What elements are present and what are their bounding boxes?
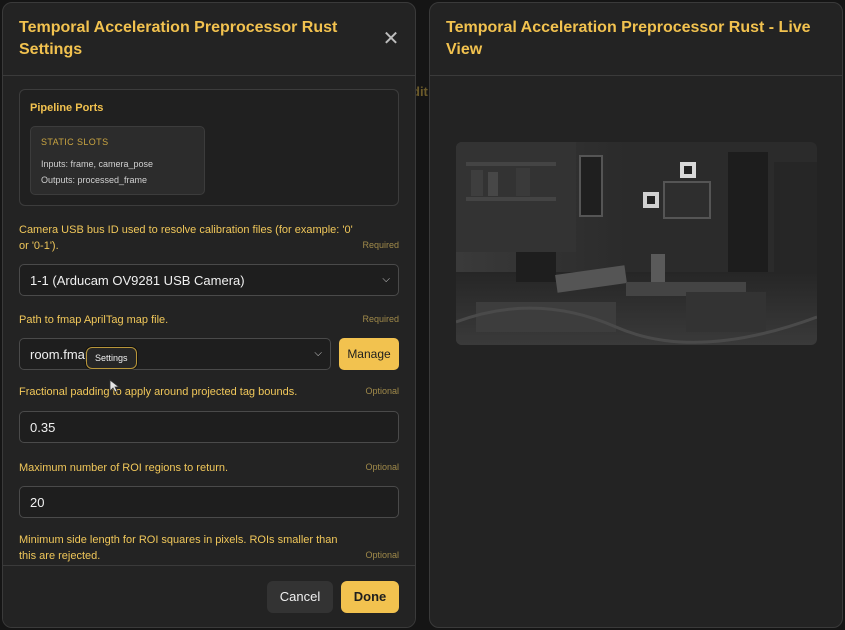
max-roi-label: Maximum number of ROI regions to return.: [19, 462, 229, 474]
manage-button[interactable]: Manage: [339, 338, 399, 370]
padding-label: Fractional padding to apply around proje…: [19, 386, 298, 398]
cancel-button[interactable]: Cancel: [267, 580, 333, 613]
live-view-header: Temporal Acceleration Preprocessor Rust …: [430, 3, 842, 76]
mouse-cursor-icon: [109, 379, 121, 393]
min-side-label: Minimum side length for ROI squares in p…: [19, 534, 338, 562]
pipeline-ports-box: Pipeline Ports STATIC SLOTS Inputs: fram…: [19, 89, 399, 206]
camera-select[interactable]: 1-1 (Arducam OV9281 USB Camera) ⌵: [19, 264, 399, 296]
slot-inputs: Inputs: frame, camera_pose: [41, 159, 154, 169]
min-side-optional-tag: Optional: [365, 550, 399, 560]
fmap-select[interactable]: room.fmap ⌵: [19, 338, 331, 370]
camera-feed-graphic: [456, 142, 817, 345]
camera-select-value: 1-1 (Arducam OV9281 USB Camera): [30, 272, 245, 288]
max-roi-optional-tag: Optional: [365, 462, 399, 472]
field-max-roi: Maximum number of ROI regions to return.…: [19, 460, 399, 518]
camera-required-tag: Required: [362, 240, 399, 250]
max-roi-input-value: 20: [30, 494, 45, 510]
settings-tooltip: Settings: [86, 347, 137, 369]
settings-title: Temporal Acceleration Preprocessor Rust …: [19, 19, 338, 58]
close-icon[interactable]: ✕: [381, 29, 401, 49]
static-slots-card: STATIC SLOTS Inputs: frame, camera_pose …: [30, 126, 205, 195]
live-view-title: Temporal Acceleration Preprocessor Rust …: [446, 19, 811, 58]
field-fmap: Path to fmap AprilTag map file. Required…: [19, 312, 399, 370]
static-slots-label: STATIC SLOTS: [41, 137, 109, 147]
padding-input-value: 0.35: [30, 419, 56, 435]
chevron-down-icon: ⌵: [314, 348, 322, 359]
live-view-panel: Temporal Acceleration Preprocessor Rust …: [429, 2, 843, 628]
max-roi-input[interactable]: 20: [19, 486, 399, 518]
pipeline-ports-title: Pipeline Ports: [30, 102, 104, 114]
field-padding: Fractional padding to apply around proje…: [19, 384, 399, 443]
padding-optional-tag: Optional: [365, 386, 399, 396]
settings-body[interactable]: Pipeline Ports STATIC SLOTS Inputs: fram…: [3, 77, 415, 565]
camera-feed-image: [456, 142, 817, 345]
settings-dialog: Temporal Acceleration Preprocessor Rust …: [2, 2, 416, 628]
chevron-down-icon: ⌵: [382, 274, 390, 285]
field-camera: Camera USB bus ID used to resolve calibr…: [19, 222, 399, 296]
padding-input[interactable]: 0.35: [19, 411, 399, 443]
settings-header: Temporal Acceleration Preprocessor Rust …: [3, 3, 415, 76]
fmap-label: Path to fmap AprilTag map file.: [19, 314, 169, 326]
done-button[interactable]: Done: [341, 580, 399, 613]
fmap-select-value: room.fmap: [30, 346, 93, 362]
settings-footer: Cancel Done: [3, 565, 415, 627]
slot-outputs: Outputs: processed_frame: [41, 175, 148, 185]
field-min-side: Minimum side length for ROI squares in p…: [19, 532, 399, 565]
camera-label: Camera USB bus ID used to resolve calibr…: [19, 224, 353, 252]
fmap-required-tag: Required: [362, 314, 399, 324]
